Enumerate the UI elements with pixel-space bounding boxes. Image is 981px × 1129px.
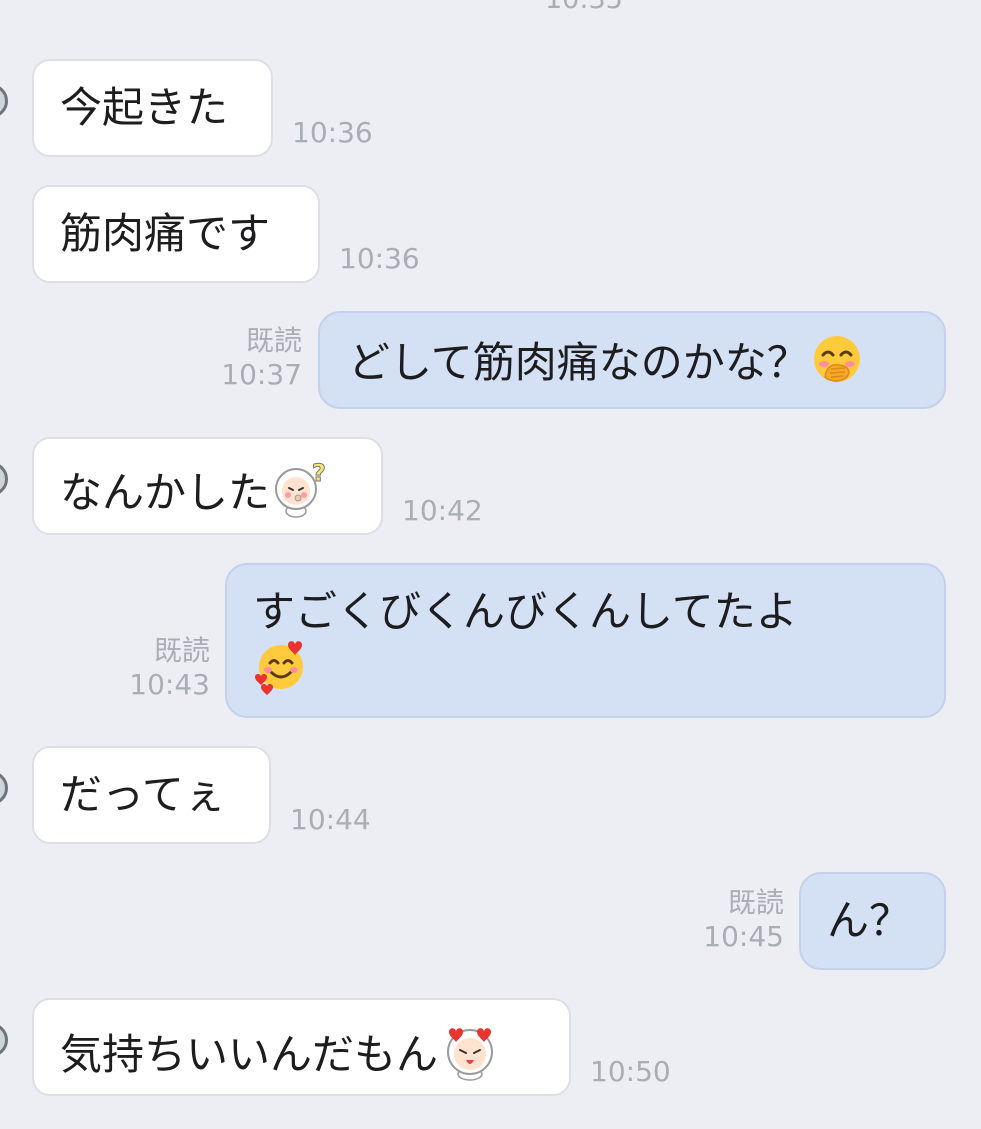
message-time: 10:43 bbox=[129, 668, 210, 701]
incoming-message-bubble[interactable]: なんかした ? bbox=[32, 437, 383, 535]
message-text: すごくびくんびくんしてたよ bbox=[253, 587, 798, 636]
message-text: ん？ bbox=[827, 896, 912, 945]
sender-avatar[interactable] bbox=[0, 462, 8, 496]
sender-avatar[interactable] bbox=[0, 84, 8, 118]
sender-avatar[interactable] bbox=[0, 1023, 8, 1057]
svg-text:?: ? bbox=[312, 459, 326, 487]
read-receipt: 既読 bbox=[245, 324, 302, 357]
heart-eyes-character-sticker bbox=[440, 1020, 502, 1095]
message-time: 10:44 bbox=[290, 803, 371, 836]
message-text: 筋肉痛です bbox=[60, 209, 271, 258]
message-meta: 既読 10:45 bbox=[682, 886, 784, 954]
outgoing-message-bubble[interactable]: ん？ bbox=[799, 872, 946, 970]
message-time: 10:35 bbox=[545, 0, 623, 15]
message-time: 10:36 bbox=[292, 116, 373, 149]
message-text: 今起きた bbox=[60, 83, 229, 132]
sender-avatar[interactable] bbox=[0, 771, 8, 805]
read-receipt: 既読 bbox=[727, 886, 784, 919]
message-time: 10:42 bbox=[402, 494, 483, 527]
outgoing-message-bubble[interactable]: すごくびくんびくんしてたよ bbox=[225, 563, 946, 718]
incoming-message-bubble[interactable]: だってぇ bbox=[32, 746, 271, 844]
message-time: 10:50 bbox=[590, 1055, 671, 1088]
incoming-message-bubble[interactable]: 今起きた bbox=[32, 59, 273, 157]
thinking-character-sticker: ? bbox=[272, 459, 332, 532]
message-text: だってぇ bbox=[60, 770, 226, 819]
message-time: 10:37 bbox=[221, 358, 302, 391]
hand-over-mouth-emoji bbox=[811, 333, 863, 398]
message-meta: 既読 10:37 bbox=[200, 324, 302, 392]
incoming-message-bubble[interactable]: 筋肉痛です bbox=[32, 185, 320, 283]
message-time: 10:36 bbox=[339, 242, 420, 275]
smiling-face-with-hearts-emoji bbox=[253, 639, 309, 708]
message-time: 10:45 bbox=[703, 920, 784, 953]
message-meta: 既読 10:43 bbox=[108, 634, 210, 702]
read-receipt: 既読 bbox=[153, 634, 210, 667]
chat-view[interactable]: 10:35 今起きた 10:36 筋肉痛です 10:36 既読 10:37 どし… bbox=[0, 0, 981, 1129]
message-text: どして筋肉痛なのかな？ bbox=[348, 338, 809, 387]
incoming-message-bubble[interactable]: 気持ちいいんだもん bbox=[32, 998, 571, 1096]
message-text: 気持ちいいんだもん bbox=[60, 1030, 439, 1079]
message-text: なんかした bbox=[60, 468, 271, 517]
outgoing-message-bubble[interactable]: どして筋肉痛なのかな？ bbox=[318, 311, 946, 409]
